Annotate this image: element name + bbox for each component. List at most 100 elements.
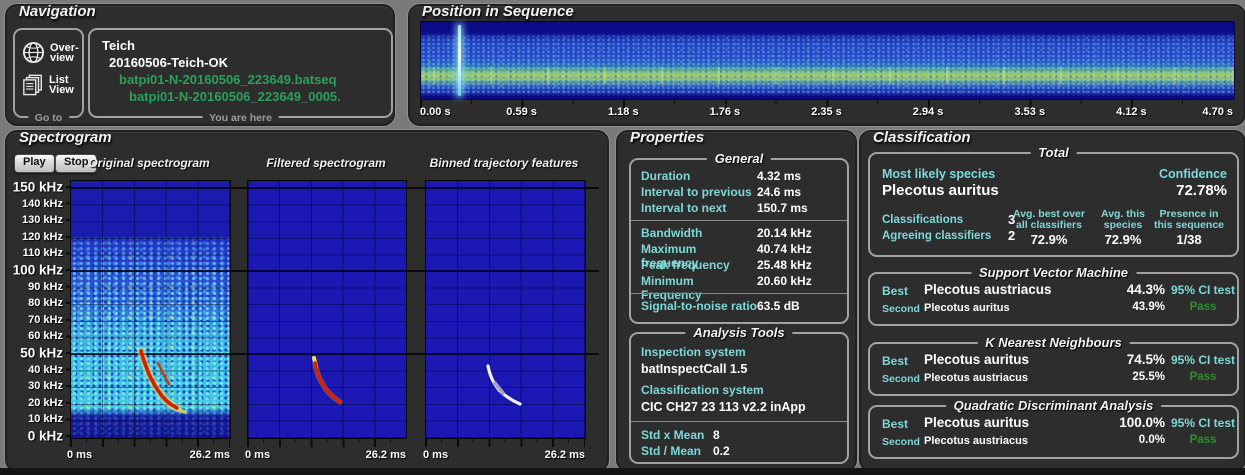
time-end-label: 26.2 ms (365, 449, 406, 461)
time-end-label: 26.2 ms (544, 449, 585, 461)
second-species: Plecotus austriacus (924, 435, 1028, 447)
best-label: Best (882, 284, 909, 298)
play-button[interactable]: Play (14, 154, 55, 173)
knn-group: K Nearest Neighbours Best Plecotus aurit… (868, 335, 1239, 396)
sequence-noise-texture (421, 22, 1234, 99)
freq-label: 70 kHz (28, 313, 63, 326)
stat-row: Std x Mean 8 (641, 428, 720, 442)
filtered-spectrogram-header: Filtered spectrogram (266, 156, 386, 170)
navigation-title: Navigation (19, 3, 96, 20)
classification-title: Classification (873, 129, 971, 146)
freq-label: 90 kHz (28, 280, 63, 293)
time-tick-label: 1.76 s (709, 106, 741, 118)
property-row: Minimum Frequency 20.60 kHz (641, 274, 812, 302)
second-species: Plecotus austriacus (924, 372, 1028, 384)
breadcrumb-sequence[interactable]: batpi01-N-20160506_223649.batseq (119, 72, 337, 87)
second-label: Second (882, 373, 920, 385)
svm-group-title: Support Vector Machine (970, 265, 1137, 280)
ci-test-label: 95% CI test (1170, 416, 1236, 430)
properties-panel: Properties General Duration 4.32 ms Inter… (616, 129, 857, 472)
filtered-call-trace (312, 356, 343, 405)
freq-label: 20 kHz (28, 396, 63, 409)
divider (631, 220, 847, 221)
overview-label: Over-view (50, 41, 79, 64)
time-start-label: 0 ms (245, 449, 271, 461)
divider (631, 293, 847, 294)
navigation-panel: Navigation Over-view List View Go to Tei… (5, 3, 395, 126)
freq-label: 120 kHz (22, 230, 63, 243)
properties-title: Properties (630, 129, 705, 146)
original-spectrogram-header: Original spectrogram (88, 156, 210, 170)
ci-test-label: 95% CI test (1170, 353, 1236, 367)
best-label: Best (882, 354, 909, 368)
agreeing-classifiers-label: Agreeing classifiers (882, 230, 992, 242)
general-group: General Duration 4.32 ms Interval to prev… (629, 151, 849, 324)
breadcrumb-site: Teich (102, 38, 135, 53)
current-call-marker (457, 25, 461, 96)
pages-icon (23, 74, 42, 96)
time-tick-label: 2.35 s (811, 106, 842, 118)
property-row: Interval to previous 24.6 ms (641, 185, 802, 199)
most-likely-species-value: Plecotus auritus (882, 182, 999, 199)
filtered-spectrogram-plot (247, 180, 407, 439)
gridline-bridge (229, 187, 247, 189)
gridline-bridge (405, 187, 425, 189)
list-view-button[interactable]: List View (22, 73, 74, 96)
breadcrumb-call[interactable]: batpi01-N-20160506_223649_0005. (129, 89, 341, 104)
best-label: Best (882, 417, 909, 431)
classification-system-value: CIC CH27 23 113 v2.2 inApp (641, 400, 806, 414)
property-row: Signal-to-noise ratio 63.5 dB (641, 299, 800, 313)
general-group-title: General (706, 151, 772, 166)
breadcrumb-session: 20160506-Teich-OK (109, 55, 228, 70)
property-row: Interval to next 150.7 ms (641, 201, 808, 215)
confidence-value: 72.78% (1176, 182, 1227, 199)
second-label: Second (882, 436, 920, 448)
ci-test-result: Pass (1189, 301, 1217, 313)
best-value: 44.3% (1126, 282, 1165, 297)
freq-label: 100 kHz (12, 262, 63, 278)
second-species: Plecotus auritus (924, 302, 1010, 314)
gridline-bridge (585, 353, 599, 355)
best-species: Plecotus austriacus (924, 282, 1052, 297)
classifications-label: Classifications (882, 214, 964, 226)
position-in-sequence-title: Position in Sequence (422, 3, 574, 20)
second-value: 43.9% (1132, 301, 1165, 313)
trajectory-trace (486, 364, 522, 406)
go-to-group: Over-view List View Go to (13, 28, 84, 124)
avg-species-label: Avg. this species (1101, 208, 1145, 231)
best-value: 100.0% (1119, 415, 1165, 430)
freq-label: 80 kHz (28, 297, 63, 310)
confidence-label: Confidence (1158, 167, 1227, 181)
avg-species-value: 72.9% (1104, 232, 1142, 247)
overview-button[interactable]: Over-view (22, 41, 79, 64)
time-tick-label: 4.70 s (1202, 106, 1233, 118)
property-row: Duration 4.32 ms (641, 169, 802, 183)
sequence-spectrogram[interactable] (420, 21, 1235, 100)
you-are-here-group: Teich 20160506-Teich-OK batpi01-N-201605… (88, 28, 393, 124)
gridline-bridge (229, 270, 247, 272)
original-spectrogram-plot (70, 180, 231, 439)
freq-label: 30 kHz (28, 380, 63, 393)
freq-label: 0 kHz (27, 428, 63, 444)
analysis-tools-title: Analysis Tools (685, 325, 793, 340)
second-value: 25.5% (1132, 371, 1165, 383)
divider (631, 421, 847, 422)
qda-group-title: Quadratic Discriminant Analysis (945, 398, 1162, 413)
go-to-caption: Go to (27, 112, 70, 124)
property-row: Peak frequency 25.48 kHz (641, 258, 812, 272)
list-view-label: List View (49, 73, 74, 96)
freq-label: 60 kHz (28, 330, 63, 343)
avg-best-value: 72.9% (1030, 232, 1068, 247)
presence-value: 1/38 (1176, 232, 1202, 247)
knn-group-title: K Nearest Neighbours (977, 335, 1130, 350)
gridline-bridge (405, 353, 425, 355)
stat-row: Std / Mean 0.2 (641, 444, 730, 458)
best-value: 74.5% (1126, 352, 1165, 367)
freq-label: 40 kHz (28, 363, 63, 376)
qda-group: Quadratic Discriminant Analysis Best Ple… (868, 398, 1239, 459)
time-axis-ticks (70, 438, 230, 448)
gridline-bridge (405, 270, 425, 272)
analysis-tools-group: Analysis Tools Inspection system batInsp… (629, 325, 849, 464)
time-axis-ticks (425, 438, 585, 448)
sequence-call-marks (421, 66, 1234, 84)
